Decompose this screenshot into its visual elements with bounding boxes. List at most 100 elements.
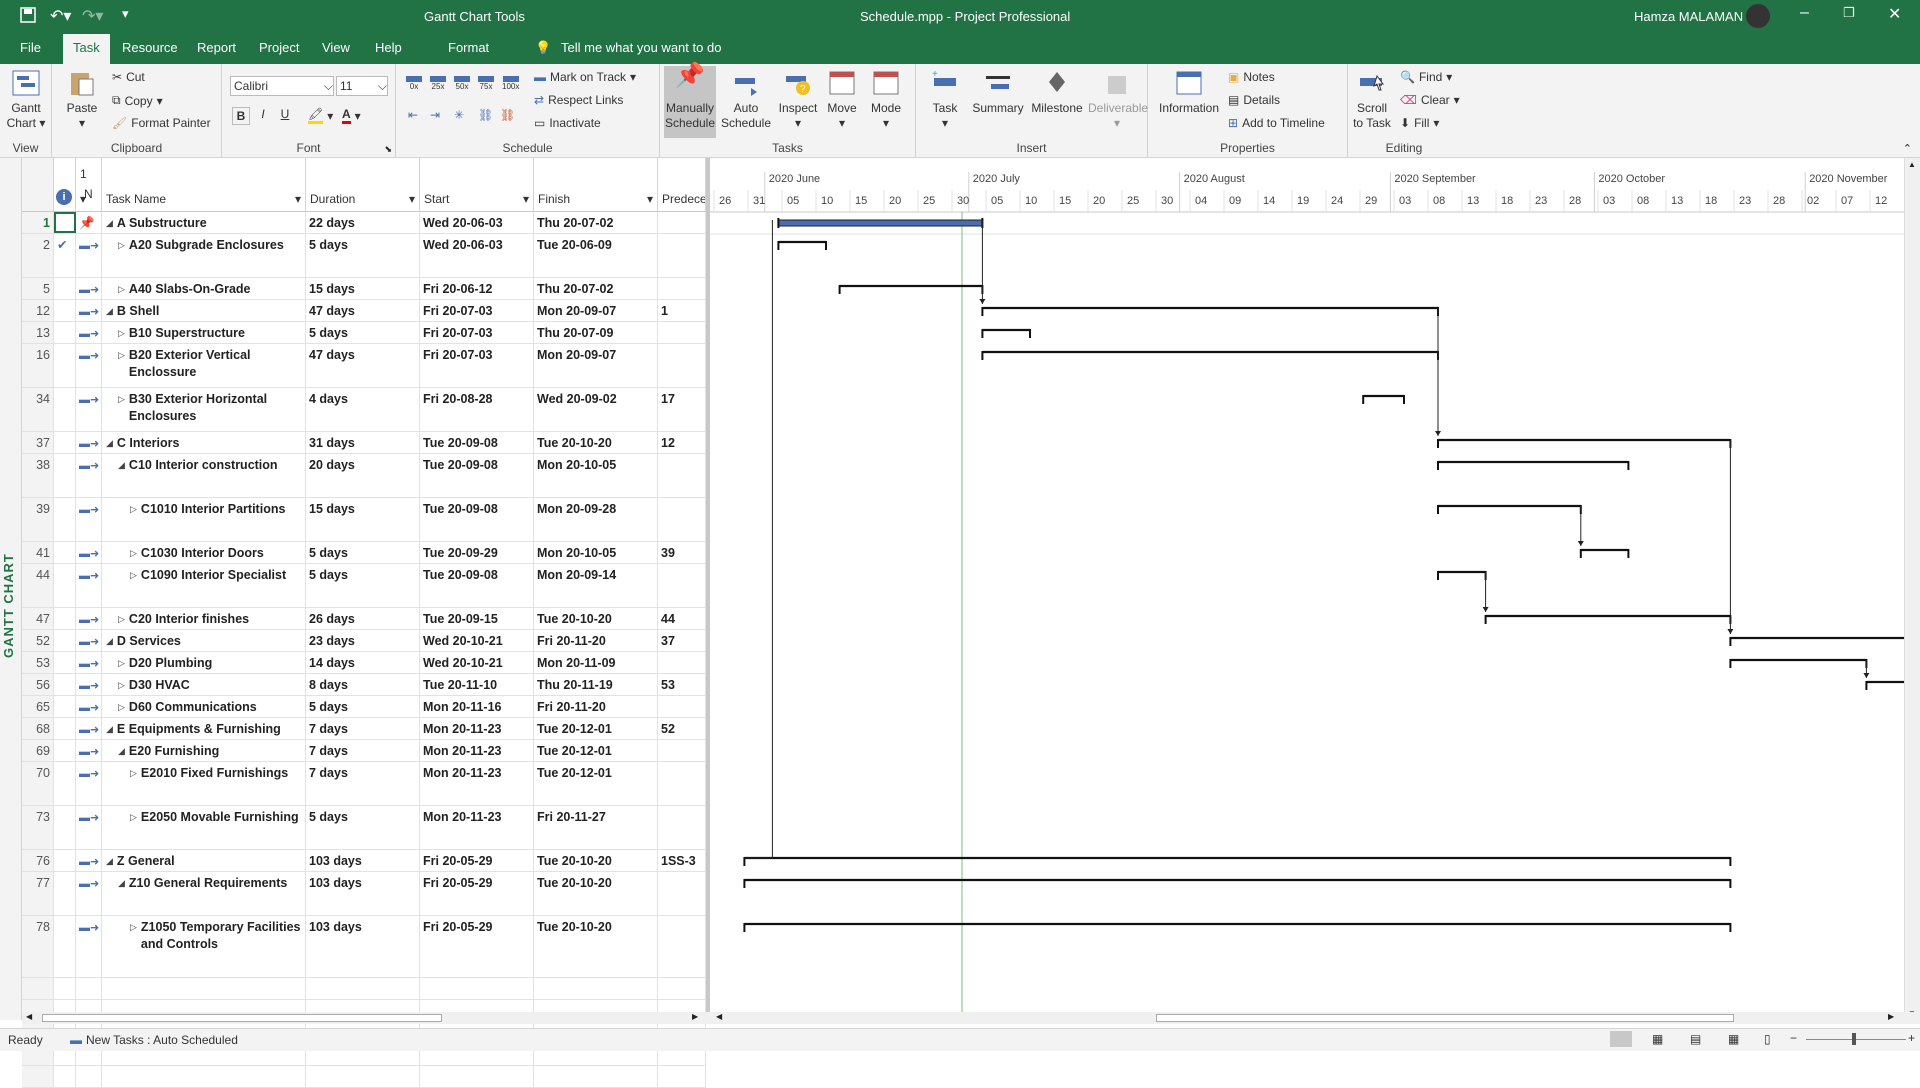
finish-cell[interactable]: Tue 20-10-20 [534, 850, 658, 871]
link-tasks-icon[interactable]: ⛓ [478, 108, 493, 122]
predecessors-cell[interactable]: 12 [658, 432, 706, 453]
finish-cell[interactable]: Mon 20-10-05 [534, 454, 658, 497]
report-shortcut-icon[interactable]: ▯ [1764, 1032, 1771, 1046]
predecessors-cell[interactable]: 37 [658, 630, 706, 651]
finish-cell[interactable]: Mon 20-09-14 [534, 564, 658, 607]
finish-cell[interactable]: Tue 20-06-09 [534, 234, 658, 277]
highlight-color-icon[interactable]: 🖍 ▾ [308, 107, 333, 124]
start-cell[interactable]: Fri 20-06-12 [420, 278, 534, 299]
expand-toggle-icon[interactable]: ▷ [118, 347, 125, 384]
task-name-cell[interactable]: ◢ C Interiors [102, 432, 306, 453]
start-cell[interactable]: Mon 20-11-23 [420, 740, 534, 761]
indent-icon[interactable]: ⇥ [430, 108, 440, 122]
duration-cell[interactable]: 23 days [306, 630, 420, 651]
zoom-in-icon[interactable]: + [1908, 1031, 1915, 1045]
grid-scroll-thumb[interactable] [42, 1014, 442, 1022]
percent-complete-50-button[interactable]: 50x [454, 76, 470, 91]
task-name-cell[interactable]: ◢ A Substructure [102, 212, 306, 233]
task-name-cell[interactable]: ◢ E20 Furnishing [102, 740, 306, 761]
duration-cell[interactable]: 103 days [306, 916, 420, 977]
task-mode-cell[interactable]: ▬➜ [76, 432, 102, 453]
clear-button[interactable]: ⌫ Clear ▾ [1400, 93, 1460, 107]
duration-cell[interactable]: 7 days [306, 718, 420, 739]
duration-cell[interactable]: 5 days [306, 696, 420, 717]
tab-task[interactable]: Task [63, 34, 110, 64]
expand-toggle-icon[interactable]: ▷ [118, 699, 125, 714]
row-id[interactable]: 53 [22, 652, 54, 673]
task-mode-cell[interactable]: ▬➜ [76, 718, 102, 739]
percent-complete-25-button[interactable]: 25x [430, 76, 446, 91]
zoom-out-icon[interactable]: − [1790, 1031, 1797, 1045]
duration-cell[interactable]: 15 days [306, 278, 420, 299]
duration-header[interactable]: Duration ▾ [306, 158, 420, 212]
table-row[interactable]: 1 📌 ◢ A Substructure 22 days Wed 20-06-03 Thu … [22, 212, 706, 234]
task-name-cell[interactable] [102, 978, 306, 999]
expand-toggle-icon[interactable]: ▷ [118, 325, 125, 340]
start-cell[interactable]: Tue 20-11-10 [420, 674, 534, 695]
gantt-view-shortcut-icon[interactable] [1610, 1031, 1632, 1047]
row-id[interactable]: 12 [22, 300, 54, 321]
start-cell[interactable]: Mon 20-11-23 [420, 718, 534, 739]
predecessors-cell[interactable] [658, 454, 706, 497]
finish-cell[interactable]: Thu 20-07-02 [534, 212, 658, 233]
task-mode-cell[interactable]: ▬➜ [76, 740, 102, 761]
finish-cell[interactable]: Fri 20-11-20 [534, 696, 658, 717]
predecessors-cell[interactable] [658, 322, 706, 343]
task-name-cell[interactable]: ▷ B30 Exterior Horizontal Enclosures [102, 388, 306, 431]
notes-button[interactable]: ▣ Notes [1228, 70, 1275, 84]
percent-complete-75-button[interactable]: 75x [478, 76, 494, 91]
finish-cell[interactable]: Tue 20-10-20 [534, 608, 658, 629]
vertical-scrollbar[interactable]: ▲ ▼ [1904, 158, 1920, 1020]
start-cell[interactable]: Fri 20-07-03 [420, 322, 534, 343]
task-name-cell[interactable]: ▷ C1090 Interior Specialist [102, 564, 306, 607]
task-mode-cell[interactable]: ▬➜ [76, 498, 102, 541]
start-cell[interactable] [420, 1066, 534, 1087]
predecessors-cell[interactable] [658, 762, 706, 805]
collapse-toggle-icon[interactable]: ◢ [118, 743, 125, 758]
undo-icon[interactable]: ↶▾ [50, 6, 71, 26]
task-name-cell[interactable]: ▷ E2010 Fixed Furnishings [102, 762, 306, 805]
task-mode-cell[interactable]: ▬➜ [76, 674, 102, 695]
indicators-header[interactable]: i [54, 158, 76, 212]
start-cell[interactable]: Mon 20-11-23 [420, 806, 534, 849]
row-id[interactable]: 34 [22, 388, 54, 431]
task-name-cell[interactable] [102, 1066, 306, 1087]
redo-icon[interactable]: ↷▾ [82, 6, 103, 26]
finish-cell[interactable]: Tue 20-10-20 [534, 872, 658, 915]
empty-row[interactable] [22, 1066, 706, 1088]
details-button[interactable]: ▤ Details [1228, 93, 1280, 107]
task-mode-cell[interactable]: ▬➜ [76, 542, 102, 563]
task-mode-cell[interactable]: ▬➜ [76, 322, 102, 343]
task-usage-shortcut-icon[interactable]: ▦ [1652, 1032, 1663, 1046]
zoom-slider-thumb[interactable] [1852, 1033, 1856, 1045]
task-mode-cell[interactable]: ▬➜ [76, 630, 102, 651]
chart-scroll-right-arrow[interactable]: ▶ [1888, 1012, 1894, 1021]
table-row[interactable]: 52 ▬➜ ◢ D Services 23 days Wed 20-10-21 Fri 20… [22, 630, 706, 652]
task-mode-cell[interactable]: ▬➜ [76, 850, 102, 871]
start-cell[interactable]: Tue 20-09-08 [420, 432, 534, 453]
task-mode-cell[interactable]: ▬➜ [76, 388, 102, 431]
duration-cell[interactable]: 5 days [306, 806, 420, 849]
collapse-toggle-icon[interactable]: ◢ [106, 853, 113, 868]
task-mode-cell[interactable]: ▬➜ [76, 344, 102, 387]
empty-row[interactable] [22, 978, 706, 1000]
predecessors-cell[interactable]: 53 [658, 674, 706, 695]
task-name-cell[interactable]: ◢ Z10 General Requirements [102, 872, 306, 915]
table-row[interactable]: 16 ▬➜ ▷ B20 Exterior Vertical Enclossure 47 … [22, 344, 706, 388]
predecessors-cell[interactable] [658, 278, 706, 299]
start-cell[interactable]: Tue 20-09-08 [420, 454, 534, 497]
row-id[interactable]: 78 [22, 916, 54, 977]
table-row[interactable]: 44 ▬➜ ▷ C1090 Interior Specialist 5 days Tue … [22, 564, 706, 608]
task-name-cell[interactable]: ▷ A20 Subgrade Enclosures [102, 234, 306, 277]
milestone-button[interactable]: Milestone [1028, 68, 1086, 116]
row-id[interactable]: 16 [22, 344, 54, 387]
task-name-cell[interactable]: ▷ B20 Exterior Vertical Enclossure [102, 344, 306, 387]
task-mode-cell[interactable]: ▬➜ [76, 454, 102, 497]
summary-button[interactable]: Summary [970, 68, 1026, 116]
table-row[interactable]: 41 ▬➜ ▷ C1030 Interior Doors 5 days Tue 20-09… [22, 542, 706, 564]
finish-cell[interactable]: Mon 20-11-09 [534, 652, 658, 673]
task-mode-cell[interactable]: ▬➜ [76, 872, 102, 915]
predecessors-cell[interactable]: 17 [658, 388, 706, 431]
duration-cell[interactable]: 5 days [306, 234, 420, 277]
insert-task-button[interactable]: + Task ▾ [924, 68, 966, 131]
